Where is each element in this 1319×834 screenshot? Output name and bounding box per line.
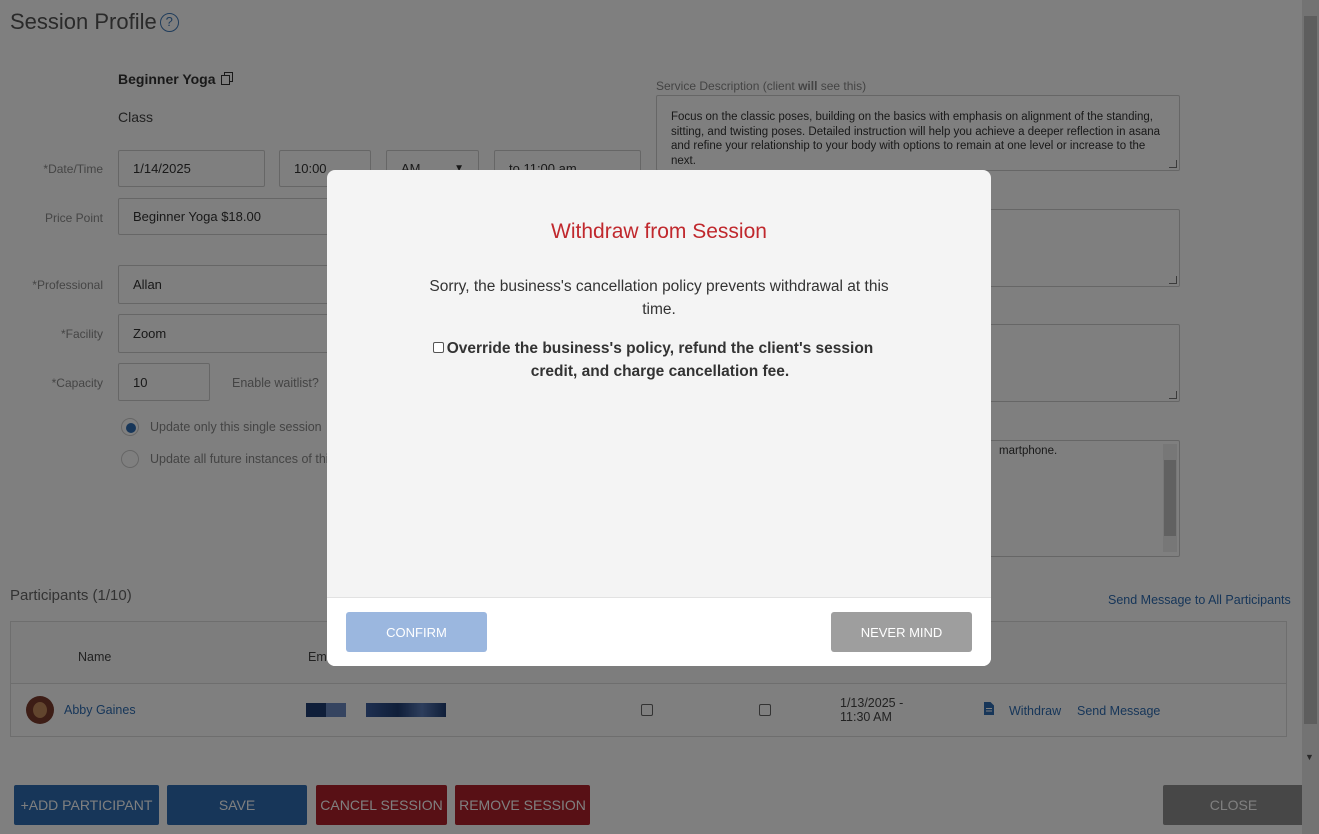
withdraw-modal: Withdraw from Session Sorry, the busines… — [327, 170, 991, 666]
override-label[interactable]: Override the business's policy, refund t… — [433, 337, 887, 383]
confirm-button[interactable]: CONFIRM — [346, 612, 487, 652]
never-mind-button[interactable]: NEVER MIND — [831, 612, 972, 652]
modal-footer: CONFIRM NEVER MIND — [327, 597, 991, 666]
modal-title: Withdraw from Session — [551, 220, 767, 243]
modal-message: Sorry, the business's cancellation polic… — [429, 278, 889, 318]
